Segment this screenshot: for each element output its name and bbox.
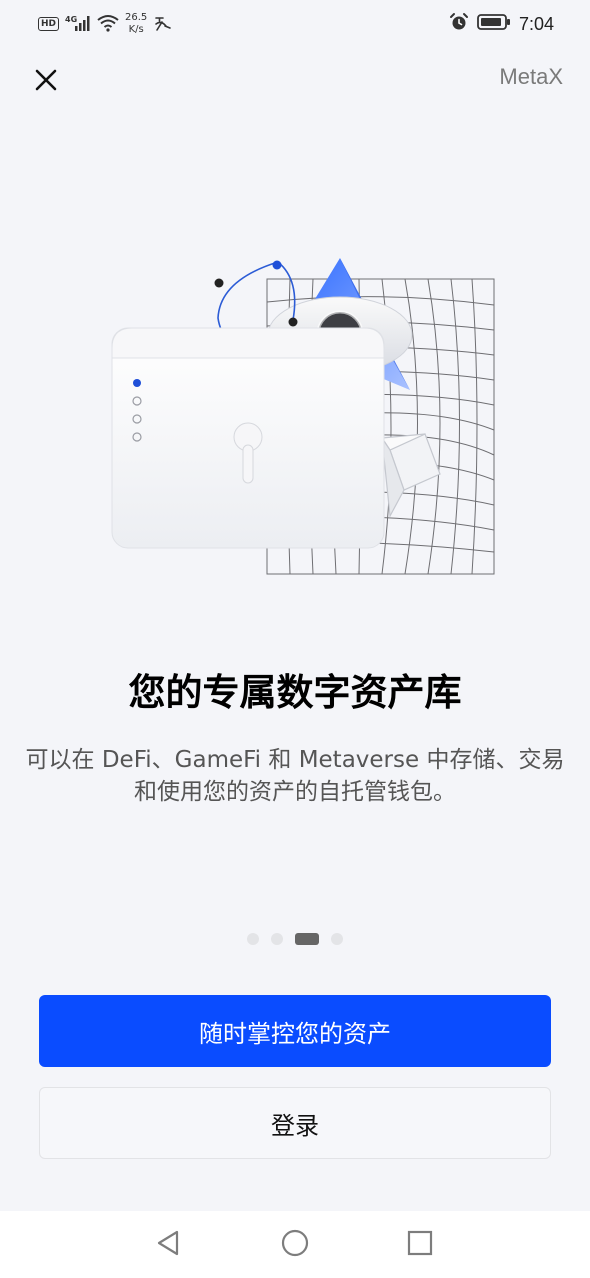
wifi-icon — [97, 14, 119, 35]
login-button[interactable]: 登录 — [39, 1087, 551, 1159]
status-bar: HD 4G 26.5 K/s 7:04 — [0, 0, 590, 50]
system-nav-bar — [0, 1211, 590, 1278]
hd-badge: HD — [38, 17, 60, 31]
page-dot-1 — [247, 933, 259, 945]
take-control-button[interactable]: 随时掌控您的资产 — [39, 995, 551, 1067]
brand-name: MetaX — [499, 64, 563, 89]
network-speed-unit: K/s — [128, 24, 144, 35]
cellular-signal-icon: 4G — [65, 14, 91, 35]
page-indicator — [0, 932, 590, 946]
recents-button[interactable] — [404, 1229, 436, 1261]
network-speed-value: 26.5 — [125, 12, 148, 23]
app-notification-icon — [153, 14, 173, 35]
close-button[interactable] — [26, 62, 66, 102]
network-speed: 26.5 K/s — [125, 12, 147, 36]
close-icon — [34, 68, 58, 96]
status-time: 7:04 — [518, 13, 554, 34]
status-right-group: 7:04 — [449, 12, 554, 36]
page-dot-3-active — [295, 933, 319, 945]
cube-shape — [380, 433, 441, 519]
back-button[interactable] — [152, 1229, 184, 1261]
page-title: 您的专属数字资产库 — [128, 671, 462, 714]
network-type-label: 4G — [65, 15, 77, 24]
battery-icon — [477, 13, 511, 35]
status-left-group: HD 4G 26.5 K/s — [38, 12, 173, 36]
page-dot-4 — [331, 933, 343, 945]
alarm-icon — [449, 12, 469, 36]
page-subtitle: 可以在 DeFi、GameFi 和 Metaverse 中存储、交易和使用您的资… — [25, 747, 565, 805]
home-button[interactable] — [279, 1229, 311, 1261]
back-triangle-icon — [155, 1229, 181, 1261]
page-dot-2 — [271, 933, 283, 945]
recents-square-icon — [406, 1229, 434, 1261]
home-circle-icon — [280, 1228, 310, 1262]
vault-illustration — [100, 250, 510, 590]
